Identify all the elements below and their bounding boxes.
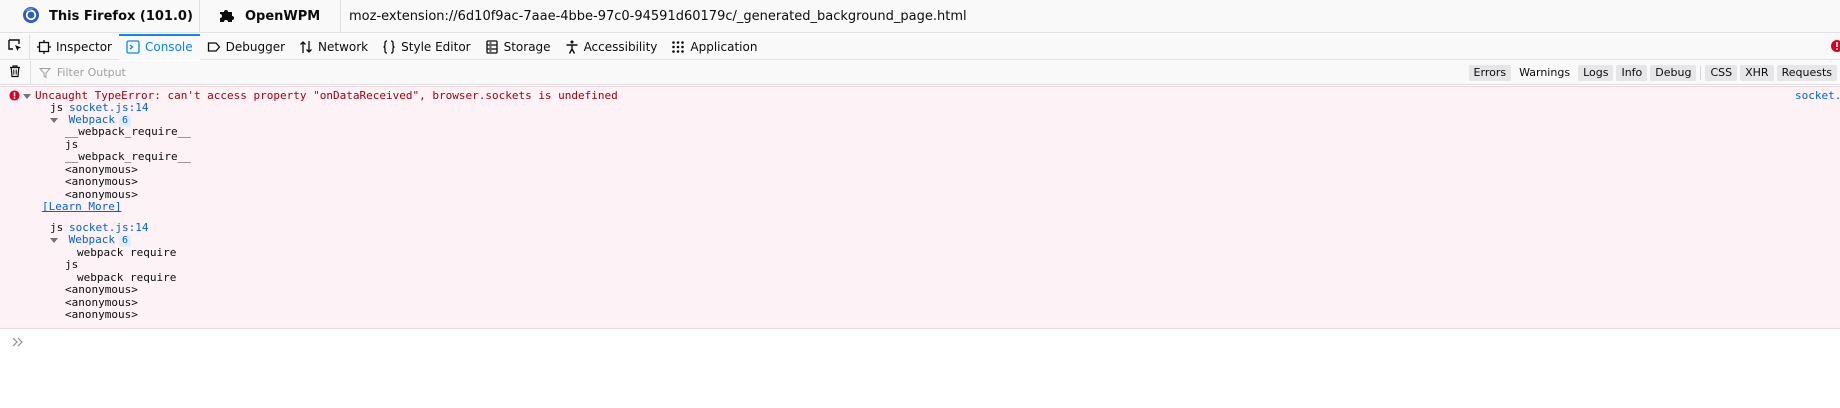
filter-errors-button[interactable]: Errors — [1468, 64, 1512, 81]
filter-logs-button[interactable]: Logs — [1578, 64, 1614, 81]
webpack-group-toggle[interactable]: Webpack 6 — [50, 233, 132, 247]
application-icon — [671, 40, 685, 54]
accessibility-icon — [565, 40, 579, 54]
tab-accessibility-label: Accessibility — [583, 40, 658, 54]
devtools-toolbar: Inspector Console Debugger Network Style… — [0, 34, 1840, 60]
chevron-down-icon — [23, 93, 31, 99]
filter-output-input[interactable] — [56, 66, 657, 79]
tab-console[interactable]: Console — [118, 34, 200, 60]
chevron-down-icon — [50, 237, 58, 243]
debugger-icon — [207, 40, 221, 54]
firefox-logo-icon — [22, 6, 40, 27]
tab-application-label: Application — [690, 40, 758, 54]
tab-storage[interactable]: Storage — [478, 34, 558, 60]
tab-application[interactable]: Application — [664, 34, 764, 60]
stack-frame-function: __webpack_require__ — [65, 125, 191, 138]
error-count-icon[interactable] — [1830, 39, 1840, 53]
tab-network[interactable]: Network — [292, 34, 375, 60]
stack-frame-function: webpack require — [77, 246, 177, 259]
style-editor-icon — [382, 40, 396, 54]
filter-warnings-button[interactable]: Warnings — [1514, 65, 1575, 81]
filter-info-button[interactable]: Info — [1616, 64, 1648, 81]
stack-frame-function: <anonymous> — [65, 175, 138, 188]
tab-debugger-label: Debugger — [225, 40, 286, 54]
stack-frame-function: <anonymous> — [65, 308, 138, 321]
error-icon — [9, 90, 20, 104]
target-bar: This Firefox (101.0) OpenWPM moz-extensi… — [0, 0, 1840, 33]
filter-css-button[interactable]: CSS — [1705, 64, 1738, 81]
network-icon — [299, 40, 313, 54]
openwpm-target-label: OpenWPM — [245, 8, 321, 24]
tab-inspector[interactable]: Inspector — [30, 34, 119, 60]
filter-field-wrapper — [31, 61, 1469, 85]
tab-style-editor[interactable]: Style Editor — [375, 34, 477, 60]
tab-storage-label: Storage — [503, 40, 551, 54]
error-expand-toggle[interactable] — [23, 89, 31, 102]
firefox-target-label: This Firefox (101.0) — [49, 8, 193, 24]
inspector-icon — [37, 40, 51, 54]
stack-frame-function: js — [65, 258, 79, 271]
clear-console-button[interactable] — [0, 60, 31, 85]
filter-xhr-button[interactable]: XHR — [1740, 64, 1774, 81]
console-icon — [126, 40, 140, 54]
tab-debugger[interactable]: Debugger — [200, 34, 292, 60]
puzzle-piece-icon — [218, 6, 236, 27]
tab-accessibility[interactable]: Accessibility — [558, 34, 665, 60]
target-openwpm[interactable]: OpenWPM — [200, 0, 341, 33]
trash-icon — [8, 64, 22, 81]
target-firefox[interactable]: This Firefox (101.0) — [0, 0, 200, 33]
tab-network-label: Network — [318, 40, 369, 54]
filter-debug-button[interactable]: Debug — [1650, 64, 1697, 81]
tab-style-editor-label: Style Editor — [401, 40, 471, 54]
target-url: moz-extension://6d10f9ac-7aae-4bbe-97c0-… — [349, 8, 967, 24]
storage-icon — [485, 40, 499, 54]
console-input-row[interactable] — [0, 331, 1840, 353]
element-picker-button[interactable] — [0, 34, 30, 59]
webpack-group-label: Webpack — [68, 233, 115, 246]
chevron-down-icon — [50, 117, 58, 123]
console-filter-bar: Errors Warnings Logs Info Debug CSS XHR … — [0, 60, 1840, 85]
filter-icon — [38, 67, 51, 79]
filter-buttons: Errors Warnings Logs Info Debug CSS XHR … — [1468, 61, 1840, 85]
filter-requests-button[interactable]: Requests — [1776, 64, 1837, 81]
console-prompt-icon — [0, 337, 36, 347]
stack-frame-function: <anonymous> — [65, 283, 138, 296]
element-picker-icon — [7, 37, 23, 56]
stack-frame-function: __webpack_require__ — [65, 150, 191, 163]
tab-inspector-label: Inspector — [56, 40, 112, 54]
filter-separator — [1700, 65, 1702, 80]
tab-console-label: Console — [144, 40, 193, 54]
error-source-link[interactable]: socket.js — [1795, 89, 1840, 102]
console-error-message: Uncaught TypeError: can't access propert… — [0, 86, 1840, 329]
learn-more-link[interactable]: [Learn More] — [42, 200, 121, 213]
